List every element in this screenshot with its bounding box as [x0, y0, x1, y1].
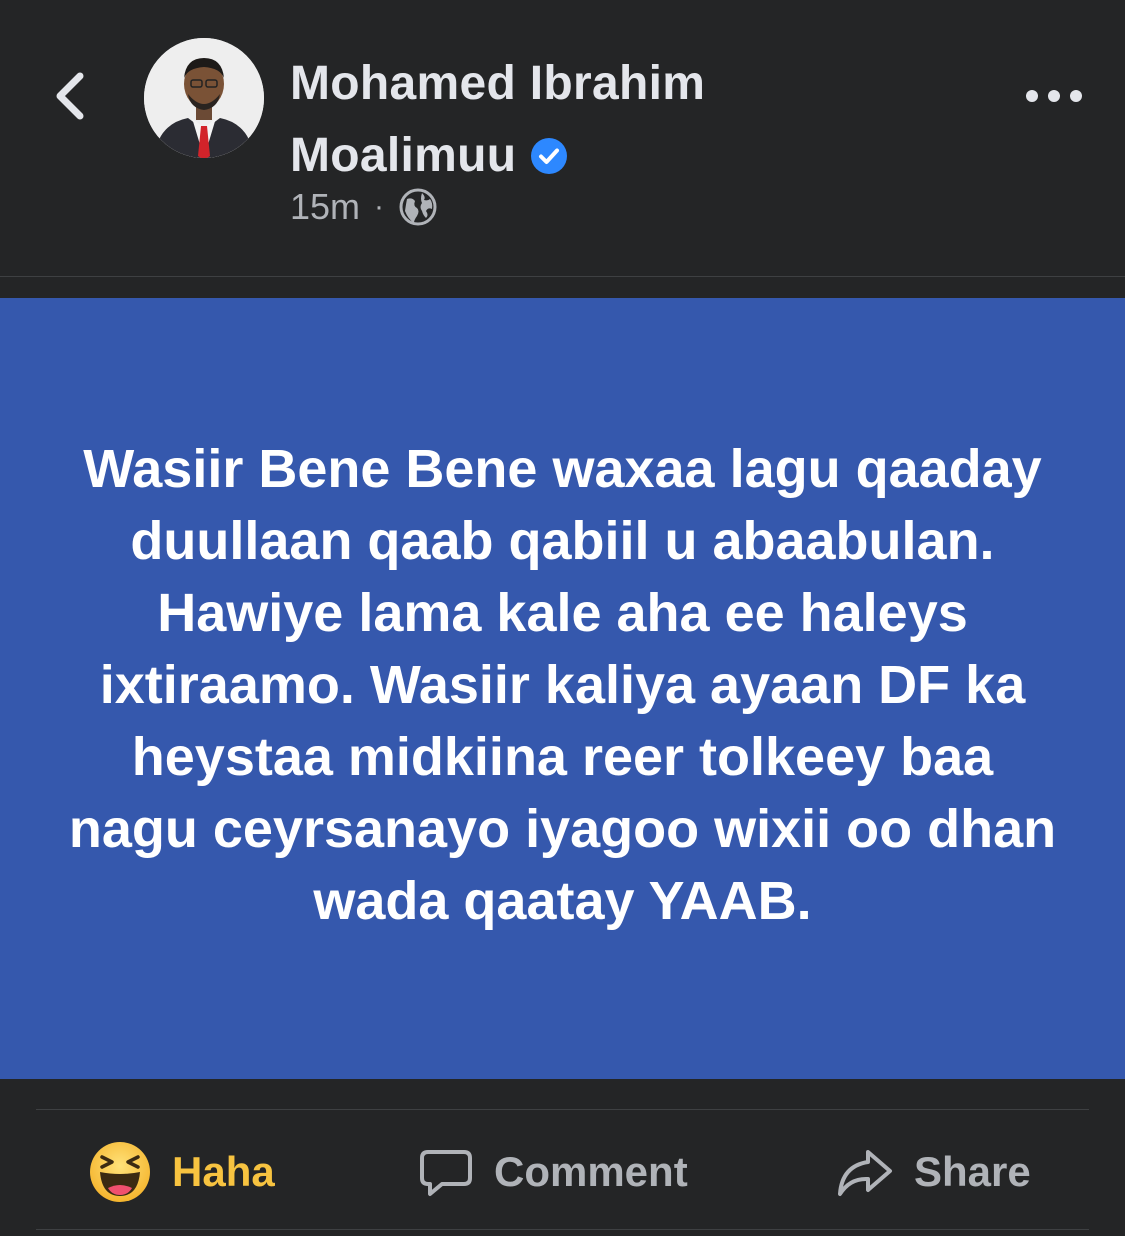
author-name-line-2-text[interactable]: Moalimuu	[290, 120, 516, 192]
share-arrow-icon	[838, 1150, 892, 1196]
haha-reaction-label[interactable]: Haha	[172, 1148, 275, 1196]
comment-bubble-icon	[420, 1150, 472, 1196]
chevron-left-icon	[56, 72, 84, 120]
verified-badge-icon	[531, 138, 568, 174]
author-name-line-1[interactable]: Mohamed Ibrahim	[290, 48, 890, 120]
actions-top-divider	[36, 1109, 1089, 1110]
share-label[interactable]: Share	[914, 1148, 1031, 1196]
avatar[interactable]	[144, 38, 264, 158]
timestamp[interactable]: 15m	[290, 186, 360, 228]
haha-reaction-button[interactable]: Haha	[88, 1140, 275, 1204]
author-name-line-2[interactable]: Moalimuu	[290, 120, 890, 192]
author-name[interactable]: Mohamed Ibrahim Moalimuu	[290, 48, 890, 192]
header-divider	[0, 276, 1125, 277]
post-text: Wasiir Bene Bene waxaa lagu qaaday duull…	[68, 438, 1057, 931]
comment-button[interactable]: Comment	[418, 1140, 688, 1204]
actions-bottom-divider	[36, 1229, 1089, 1230]
more-options-icon-dot	[1048, 90, 1060, 102]
more-options-button[interactable]	[1026, 84, 1082, 108]
comment-label[interactable]: Comment	[494, 1148, 688, 1196]
globe-icon[interactable]	[398, 187, 438, 227]
post-meta: 15m ·	[290, 186, 438, 228]
meta-separator: ·	[374, 190, 385, 223]
more-options-icon	[1026, 90, 1038, 102]
back-button[interactable]	[48, 66, 92, 126]
haha-emoji-icon	[90, 1142, 150, 1202]
post-header: Mohamed Ibrahim Moalimuu 15m ·	[0, 0, 1125, 276]
profile-photo	[144, 38, 264, 158]
more-options-icon-dot	[1070, 90, 1082, 102]
share-button[interactable]: Share	[836, 1140, 1031, 1204]
post-content: Wasiir Bene Bene waxaa lagu qaaday duull…	[0, 298, 1125, 1079]
